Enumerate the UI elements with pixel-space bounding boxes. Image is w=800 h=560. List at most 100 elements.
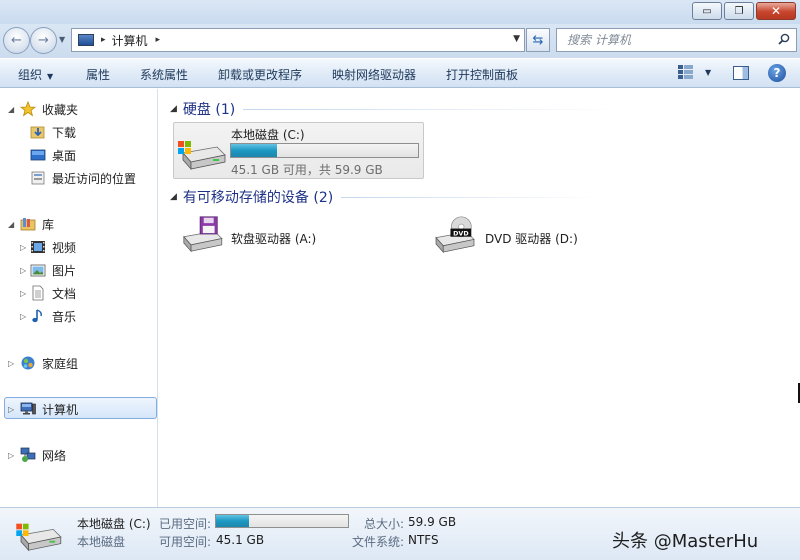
details-fs-value: NTFS bbox=[408, 533, 439, 547]
expand-triangle-icon[interactable]: ▷ bbox=[8, 405, 14, 414]
recent-pages-dropdown[interactable]: ▼ bbox=[59, 35, 65, 44]
maximize-button[interactable]: ❐ bbox=[724, 2, 754, 20]
details-usage-bar bbox=[215, 514, 349, 528]
chevron-down-icon: ▼ bbox=[47, 72, 54, 81]
breadcrumb-computer[interactable]: 计算机 bbox=[112, 32, 148, 49]
group-header-hard-disk[interactable]: ◢ 硬盘 (1) bbox=[170, 99, 624, 119]
back-button[interactable]: ← bbox=[3, 27, 30, 54]
drive-a-tile[interactable]: 软盘驱动器 (A:) bbox=[174, 213, 414, 261]
minimize-button[interactable]: ▭ bbox=[692, 2, 722, 20]
expand-triangle-icon[interactable]: ▷ bbox=[20, 243, 26, 252]
details-pane: 本地磁盘 (C:) 本地磁盘 已用空间: 可用空间: 45.1 GB 总大小: … bbox=[0, 507, 800, 560]
nav-documents[interactable]: 文档 bbox=[30, 282, 76, 304]
details-used-label: 已用空间: bbox=[159, 517, 212, 531]
content-pane: ◢ 硬盘 (1) 本地磁盘 (C:) 45.1 GB 可用，共 59.9 GB … bbox=[160, 89, 800, 507]
address-bar[interactable]: ▸ 计算机 ▸ ▼ bbox=[71, 28, 525, 52]
details-free-label: 可用空间: bbox=[159, 535, 212, 549]
expand-triangle-icon[interactable]: ▷ bbox=[20, 289, 26, 298]
details-total-label: 总大小: bbox=[364, 517, 405, 531]
collapse-triangle-icon[interactable]: ◢ bbox=[170, 192, 177, 202]
refresh-icon: ⇆ bbox=[532, 32, 544, 48]
nav-pictures[interactable]: 图片 bbox=[30, 259, 76, 281]
drive-a-name: 软盘驱动器 (A:) bbox=[231, 232, 317, 246]
arrow-right-icon: → bbox=[38, 33, 49, 48]
recent-places-icon bbox=[30, 170, 46, 186]
drive-c-tile[interactable]: 本地磁盘 (C:) 45.1 GB 可用，共 59.9 GB bbox=[173, 122, 424, 179]
picture-icon bbox=[30, 262, 46, 278]
close-icon: ✕ bbox=[770, 4, 782, 18]
nav-homegroup[interactable]: 家庭组 bbox=[20, 352, 78, 374]
drive-d-name: DVD 驱动器 (D:) bbox=[485, 232, 578, 246]
view-details-icon bbox=[678, 65, 693, 79]
details-fs-label: 文件系统: bbox=[352, 535, 405, 549]
address-history-dropdown[interactable]: ▼ bbox=[513, 34, 520, 44]
command-bar: 组织 ▼ 属性 系统属性 卸载或更改程序 映射网络驱动器 打开控制面板 ▼ ? bbox=[0, 58, 800, 88]
desktop-icon bbox=[30, 147, 46, 163]
expand-triangle-icon[interactable]: ▷ bbox=[20, 312, 26, 321]
change-view-button[interactable]: ▼ bbox=[678, 65, 711, 79]
preview-pane-icon[interactable] bbox=[733, 66, 749, 80]
group-divider bbox=[341, 196, 602, 198]
uninstall-program-button[interactable]: 卸载或更改程序 bbox=[218, 66, 302, 83]
nav-computer[interactable]: 计算机 bbox=[20, 398, 78, 420]
collapse-triangle-icon[interactable]: ◢ bbox=[8, 220, 14, 229]
minimize-icon: ▭ bbox=[702, 5, 712, 17]
drive-c-usage-bar bbox=[230, 143, 419, 158]
nav-music[interactable]: 音乐 bbox=[30, 305, 76, 327]
nav-desktop[interactable]: 桌面 bbox=[30, 144, 76, 166]
details-total-value: 59.9 GB bbox=[408, 515, 457, 529]
homegroup-icon bbox=[20, 355, 36, 371]
document-icon bbox=[30, 285, 46, 301]
details-drive-type: 本地磁盘 bbox=[77, 535, 126, 549]
nav-favorites[interactable]: 收藏夹 bbox=[19, 98, 78, 120]
details-drive-name: 本地磁盘 (C:) bbox=[77, 517, 151, 531]
nav-downloads[interactable]: 下载 bbox=[30, 121, 76, 143]
collapse-triangle-icon[interactable]: ◢ bbox=[170, 104, 177, 114]
computer-icon bbox=[20, 401, 36, 417]
computer-icon bbox=[77, 33, 94, 47]
hard-drive-icon bbox=[16, 523, 62, 552]
floppy-drive-icon bbox=[183, 216, 223, 253]
group-header-removable[interactable]: ◢ 有可移动存储的设备 (2) bbox=[170, 187, 602, 207]
nav-libraries[interactable]: 库 bbox=[20, 213, 54, 235]
forward-button[interactable]: → bbox=[30, 27, 57, 54]
network-icon bbox=[20, 447, 36, 463]
downloads-folder-icon bbox=[30, 124, 46, 140]
hard-drive-icon bbox=[178, 141, 226, 171]
star-icon bbox=[19, 100, 37, 117]
search-icon[interactable] bbox=[778, 33, 790, 45]
expand-triangle-icon[interactable]: ▷ bbox=[8, 359, 14, 368]
restore-icon: ❐ bbox=[734, 5, 744, 17]
library-icon bbox=[20, 216, 36, 232]
help-icon[interactable]: ? bbox=[768, 64, 786, 82]
properties-button[interactable]: 属性 bbox=[86, 66, 110, 83]
system-properties-button[interactable]: 系统属性 bbox=[140, 66, 188, 83]
chevron-down-icon[interactable]: ▼ bbox=[705, 68, 711, 77]
drive-c-usage-fill bbox=[231, 144, 278, 157]
organize-menu[interactable]: 组织 ▼ bbox=[18, 66, 53, 83]
map-network-drive-button[interactable]: 映射网络驱动器 bbox=[332, 66, 416, 83]
drive-d-tile[interactable]: DVD DVD 驱动器 (D:) bbox=[430, 213, 670, 261]
breadcrumb-separator[interactable]: ▸ bbox=[101, 35, 106, 45]
drive-c-usage-text: 45.1 GB 可用，共 59.9 GB bbox=[231, 163, 383, 177]
open-control-panel-button[interactable]: 打开控制面板 bbox=[446, 66, 518, 83]
nav-network[interactable]: 网络 bbox=[20, 444, 66, 466]
close-button[interactable]: ✕ bbox=[756, 2, 796, 20]
expand-triangle-icon[interactable]: ▷ bbox=[8, 451, 14, 460]
dvd-badge-label: DVD bbox=[453, 230, 468, 237]
music-note-icon bbox=[30, 308, 46, 324]
search-input[interactable] bbox=[567, 33, 767, 47]
navigation-pane: ◢ 收藏夹 下载 桌面 最近访问的位置 ◢ 库 ▷ 视频 ▷ 图片 ▷ 文档 ▷… bbox=[0, 89, 158, 507]
details-free-value: 45.1 GB bbox=[216, 533, 265, 547]
dvd-drive-icon: DVD bbox=[435, 216, 475, 253]
breadcrumb-separator-trailing[interactable]: ▸ bbox=[156, 35, 161, 45]
drive-c-name: 本地磁盘 (C:) bbox=[231, 128, 305, 142]
nav-videos[interactable]: 视频 bbox=[30, 236, 76, 258]
refresh-button[interactable]: ⇆ bbox=[526, 28, 550, 52]
collapse-triangle-icon[interactable]: ◢ bbox=[8, 105, 14, 114]
window-controls: ▭ ❐ ✕ bbox=[690, 2, 796, 20]
expand-triangle-icon[interactable]: ▷ bbox=[20, 266, 26, 275]
video-icon bbox=[30, 239, 46, 255]
address-row: ← → ▼ ▸ 计算机 ▸ ▼ ⇆ bbox=[0, 24, 800, 58]
nav-recent-places[interactable]: 最近访问的位置 bbox=[30, 167, 136, 189]
